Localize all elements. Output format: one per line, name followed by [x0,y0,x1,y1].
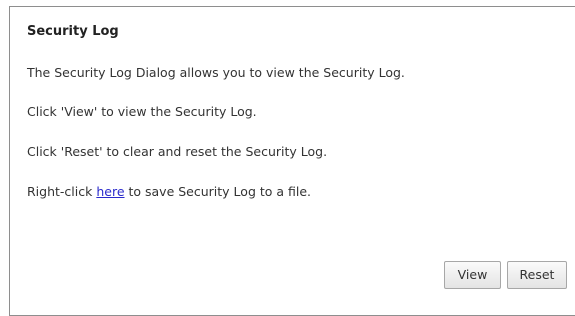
save-help-prefix: Right-click [27,184,97,199]
description-text: The Security Log Dialog allows you to vi… [27,65,405,80]
view-help-text: Click 'View' to view the Security Log. [27,104,257,119]
save-help-suffix: to save Security Log to a file. [124,184,312,199]
panel-title: Security Log [27,24,119,39]
reset-button[interactable]: Reset [507,261,567,289]
save-log-link[interactable]: here [96,184,124,199]
save-help-text: Right-click here to save Security Log to… [27,184,311,199]
view-button[interactable]: View [444,261,501,289]
reset-help-text: Click 'Reset' to clear and reset the Sec… [27,144,328,159]
